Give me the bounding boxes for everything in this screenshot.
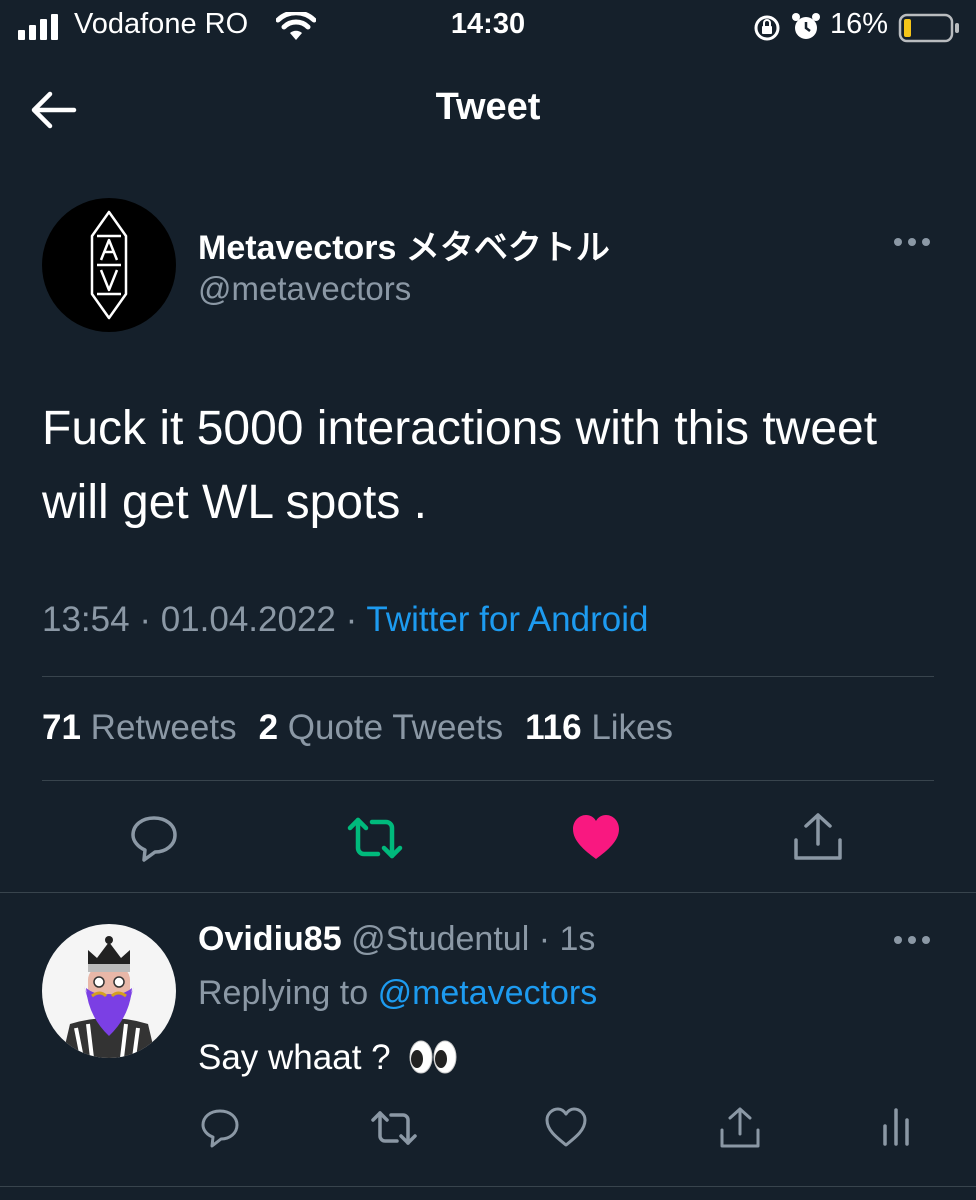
reply-separator: ·: [529, 920, 560, 958]
author-handle[interactable]: @metavectors: [198, 270, 411, 308]
battery-percentage: 16%: [830, 8, 889, 40]
retweet-icon[interactable]: [346, 814, 404, 862]
quotes-label: Quote Tweets: [287, 708, 504, 747]
reply-icon[interactable]: [128, 812, 180, 864]
reply-share-icon[interactable]: [718, 1104, 762, 1150]
divider: [0, 1186, 976, 1187]
page-title: Tweet: [435, 86, 541, 128]
reply-reply-icon[interactable]: [198, 1106, 242, 1150]
reply-age: 1s: [559, 920, 596, 958]
more-options-icon[interactable]: [892, 232, 932, 252]
divider: [42, 780, 934, 781]
bearded-king-avatar-icon: [62, 936, 156, 1058]
reply-more-options-icon[interactable]: [892, 930, 932, 950]
likes-stat[interactable]: 116 Likes: [525, 708, 673, 747]
replying-to-label: Replying to: [198, 974, 369, 1012]
rotation-lock-icon: [754, 15, 780, 41]
reply-avatar[interactable]: [42, 924, 176, 1058]
quotes-stat[interactable]: 2 Quote Tweets: [259, 708, 504, 747]
tweet-text: Fuck it 5000 interactions with this twee…: [42, 402, 878, 529]
reply-retweet-icon[interactable]: [370, 1108, 418, 1148]
avatar[interactable]: [42, 198, 176, 332]
likes-count: 116: [525, 708, 582, 747]
meta-separator: ·: [139, 600, 161, 639]
replying-to-handle[interactable]: @metavectors: [378, 974, 598, 1012]
metavectors-logo-icon: [90, 210, 128, 320]
divider: [0, 892, 976, 893]
author-display-name[interactable]: Metavectors メタベクトル: [198, 220, 610, 269]
tweet-date: 01.04.2022: [160, 600, 336, 639]
share-icon[interactable]: [792, 810, 844, 864]
tweet-source-link[interactable]: Twitter for Android: [366, 600, 648, 639]
reply-author-name[interactable]: Ovidiu85: [198, 920, 342, 958]
meta-separator: ·: [345, 600, 367, 639]
reply-text: Say whaat ?: [198, 1038, 458, 1078]
battery-icon: [898, 13, 959, 43]
quotes-count: 2: [258, 708, 279, 747]
replying-to: Replying to @metavectors: [198, 974, 597, 1013]
tweet-time: 13:54: [42, 600, 130, 639]
alarm-icon: [792, 13, 820, 39]
reply-header: Ovidiu85 @Studentul · 1s: [198, 920, 595, 959]
tweet-metadata: 13:54 · 01.04.2022 · Twitter for Android: [42, 600, 648, 640]
reply-like-icon[interactable]: [544, 1106, 588, 1148]
engagement-stats: 71 Retweets 2 Quote Tweets 116 Likes: [42, 708, 673, 748]
retweets-stat[interactable]: 71 Retweets: [42, 708, 237, 747]
analytics-icon[interactable]: [880, 1106, 912, 1148]
status-bar: Vodafone RO 14:30 16%: [0, 0, 976, 56]
retweets-label: Retweets: [90, 708, 237, 747]
retweets-count: 71: [42, 708, 81, 747]
like-icon[interactable]: [570, 812, 622, 862]
divider: [42, 676, 934, 677]
reply-author-handle[interactable]: @Studentul: [351, 920, 529, 958]
likes-label: Likes: [591, 708, 674, 747]
eyes-emoji-icon: [409, 1040, 457, 1074]
reply-text-content: Say whaat ?: [198, 1038, 391, 1077]
